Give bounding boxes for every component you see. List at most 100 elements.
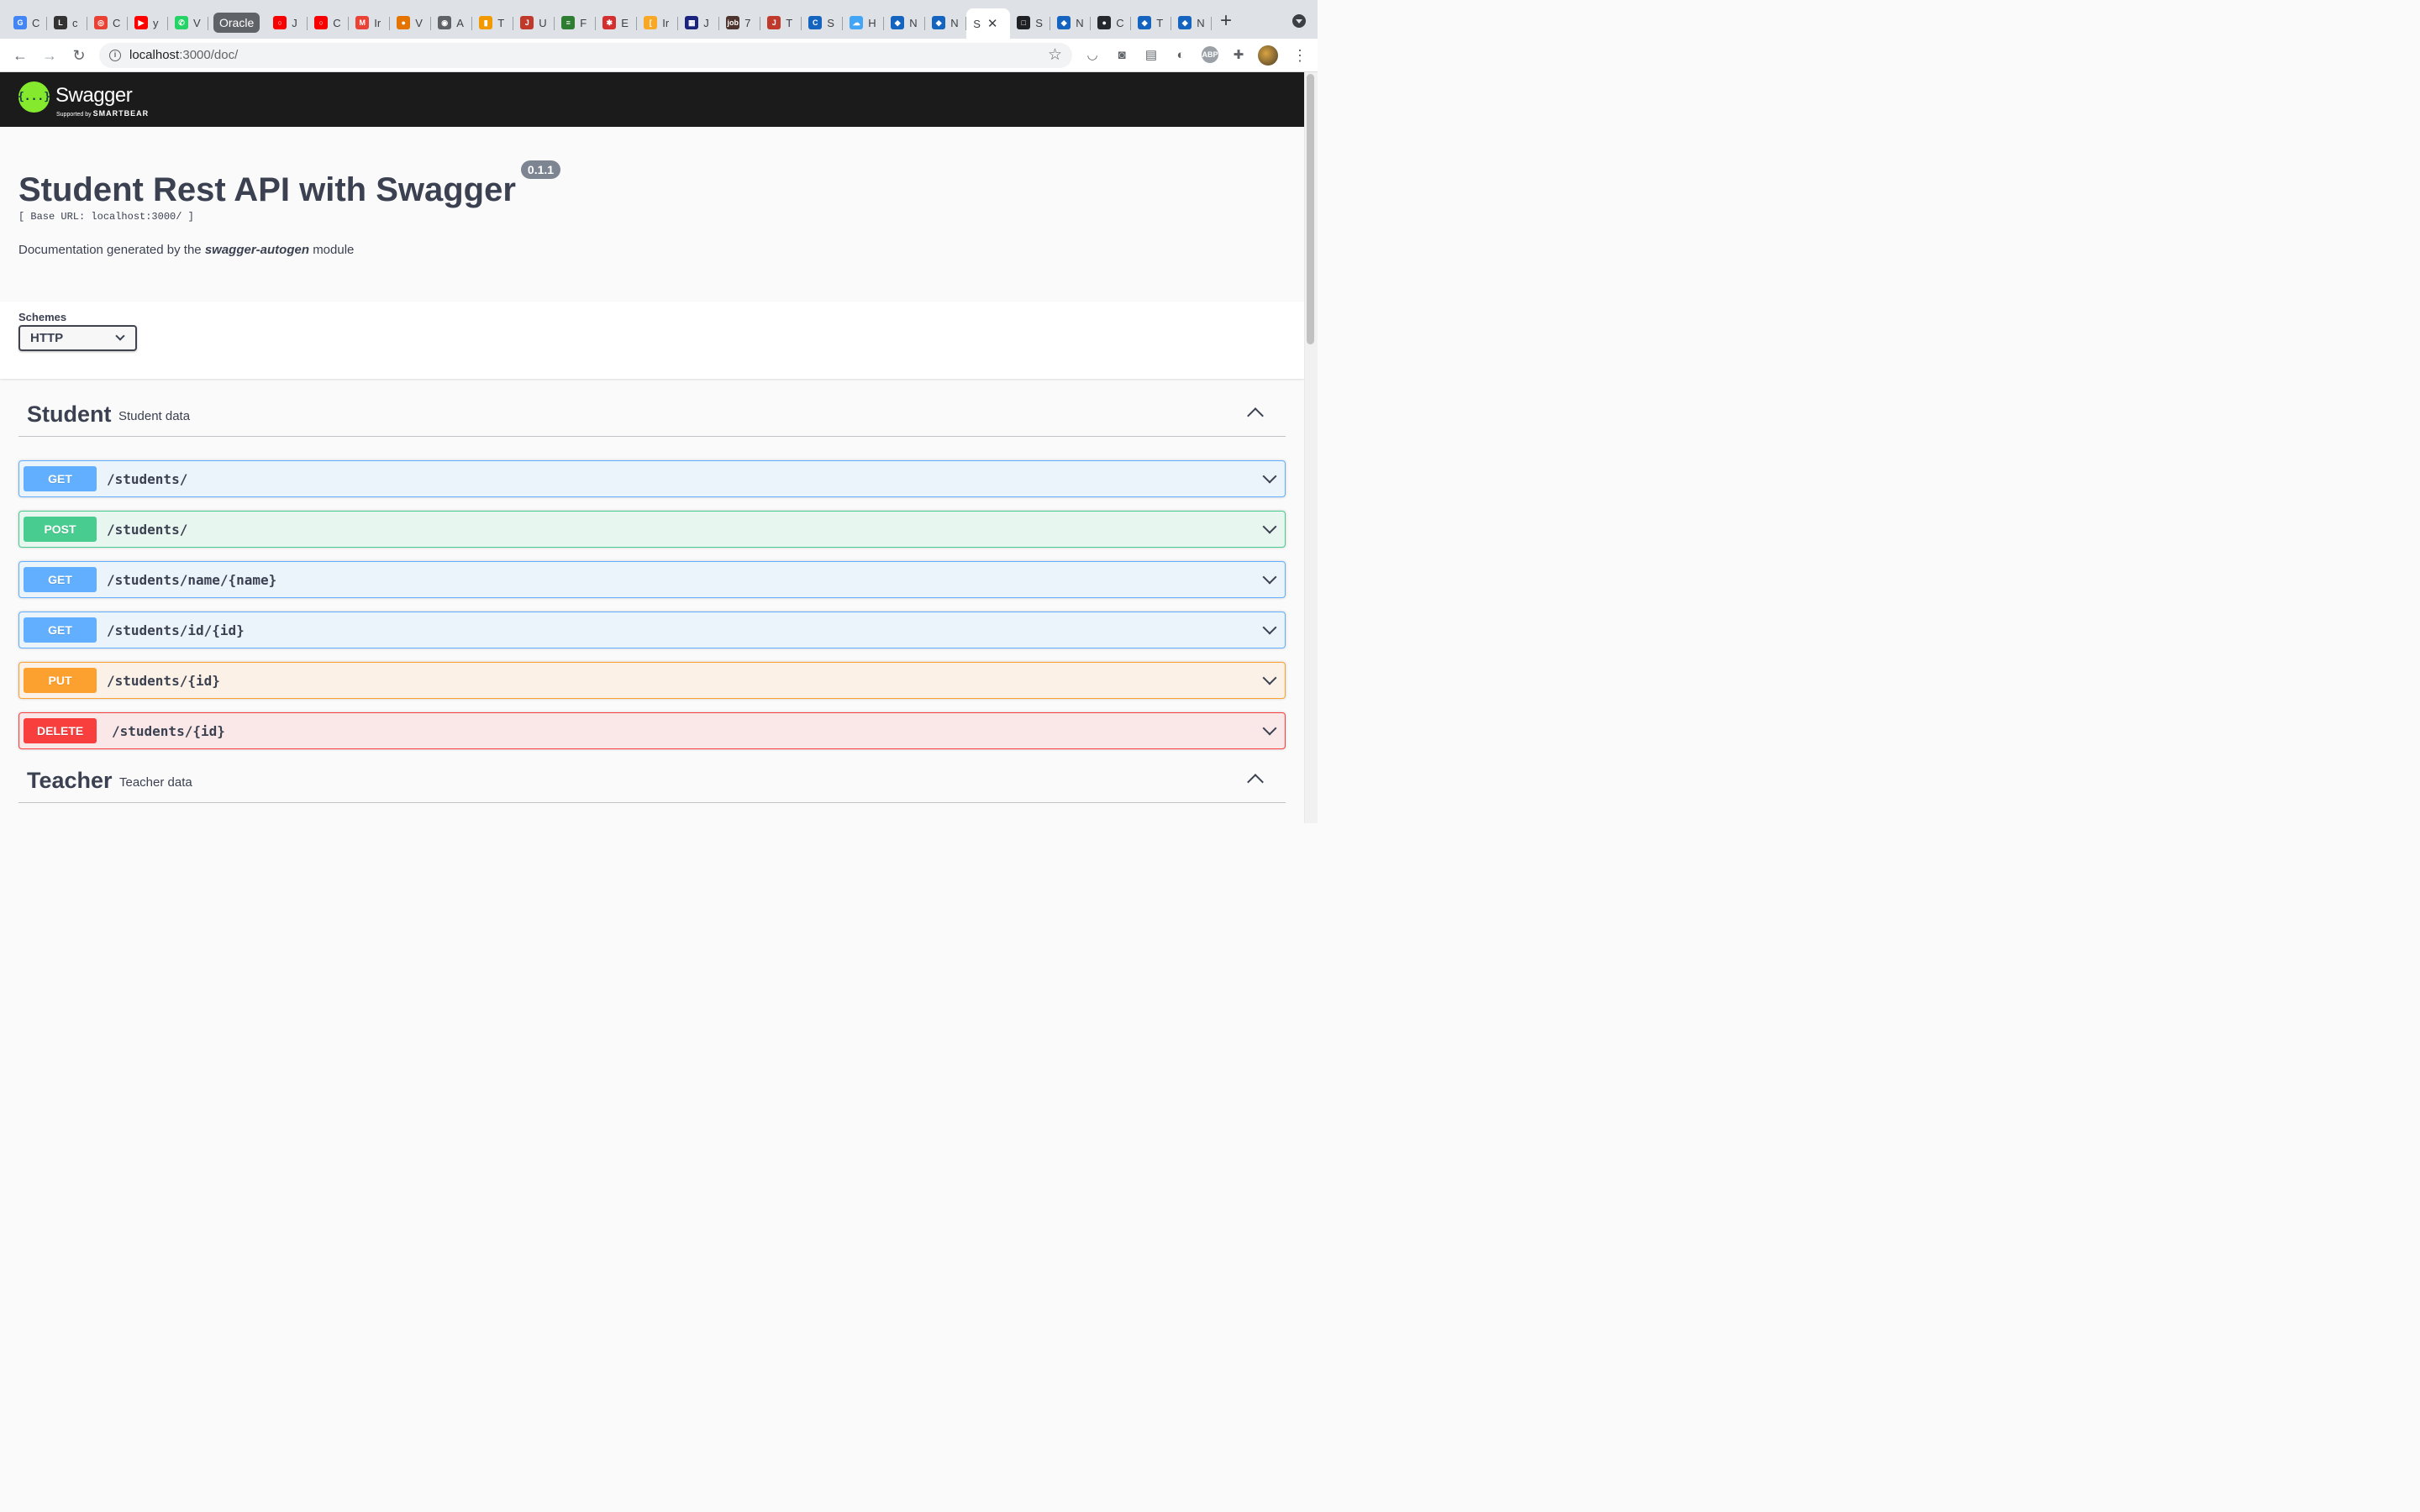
swagger-logo-icon[interactable]: {...} — [18, 81, 50, 113]
url-host: localhost — [129, 48, 180, 62]
browser-tab[interactable]: ◆ N — [884, 9, 926, 36]
browser-menu-icon[interactable]: ⋮ — [1292, 45, 1307, 66]
dark-mode-icon[interactable]: ◐ — [1172, 46, 1189, 63]
tab-title: H — [868, 16, 876, 29]
browser-tab[interactable]: ✱ E — [596, 9, 638, 36]
tab-title: V — [415, 16, 423, 29]
operation-put-4[interactable]: PUT/students/{id} — [18, 662, 1286, 699]
method-badge[interactable]: GET — [24, 567, 97, 592]
chevron-down-icon[interactable] — [1262, 519, 1277, 534]
scheme-selected-value: HTTP — [30, 331, 64, 345]
address-bar[interactable]: i localhost:3000/doc/ ☆ — [99, 43, 1072, 68]
operation-get-3[interactable]: GET/students/id/{id} — [18, 612, 1286, 648]
chevron-down-icon[interactable] — [1262, 620, 1277, 635]
browser-tab[interactable]: JU — [513, 9, 555, 36]
chevron-down-icon[interactable] — [1262, 469, 1277, 484]
browser-tab[interactable]: ◆ N — [1171, 9, 1213, 36]
calendar-extension-icon[interactable]: ▤ — [1143, 46, 1160, 63]
reload-icon[interactable]: ↻ — [67, 44, 91, 67]
url-text[interactable]: localhost:3000/doc/ — [129, 48, 238, 62]
site-info-icon[interactable]: i — [109, 50, 121, 61]
browser-tab[interactable]: ▮ T — [472, 9, 514, 36]
scrollbar-thumb[interactable] — [1307, 74, 1314, 344]
chevron-down-icon[interactable] — [1262, 721, 1277, 736]
extensions-puzzle-icon[interactable]: ✚ — [1230, 46, 1247, 63]
operation-path[interactable]: /students/{id} — [112, 723, 225, 739]
operation-path[interactable]: /students/{id} — [107, 673, 220, 689]
browser-tab[interactable]: ✆ V — [168, 9, 208, 36]
method-badge[interactable]: POST — [24, 517, 97, 542]
browser-tab[interactable]: ○ C — [308, 9, 350, 36]
browser-tab[interactable]: ▶ y — [128, 9, 168, 36]
profile-avatar[interactable] — [1258, 45, 1278, 66]
browser-tab[interactable]: ◆ N — [1050, 9, 1092, 36]
operation-path[interactable]: /students/ — [107, 471, 187, 487]
bookmark-star-icon[interactable]: ☆ — [1048, 45, 1062, 65]
circle-app-icon: ◎ — [94, 16, 108, 29]
contacts-icon: ● — [397, 16, 411, 29]
method-badge[interactable]: DELETE — [24, 718, 97, 743]
operation-path[interactable]: /students/name/{name} — [107, 572, 276, 588]
tab-title: C — [1116, 16, 1124, 29]
bookmark-icon: ▮ — [479, 16, 493, 29]
method-badge[interactable]: GET — [24, 466, 97, 491]
tab-title: J — [703, 16, 709, 29]
browser-tab[interactable]: job 7 — [719, 9, 761, 36]
tab-search-icon[interactable] — [1292, 14, 1306, 28]
tag-student[interactable]: Student Student data — [18, 378, 1286, 437]
close-icon[interactable]: ✕ — [987, 16, 998, 31]
browser-tab[interactable]: M Ir — [349, 9, 391, 36]
method-badge[interactable]: PUT — [24, 668, 97, 693]
tag-name: Teacher — [27, 768, 113, 793]
schemes-select[interactable]: HTTP — [18, 325, 137, 351]
description-prefix: Documentation generated by the — [18, 243, 202, 257]
browser-tab[interactable]: Lc — [47, 9, 87, 36]
browser-tab[interactable]: ≡ F — [555, 9, 597, 36]
browser-tab[interactable]: GC — [7, 9, 47, 36]
tag-header-student[interactable]: Student Student data — [18, 378, 1286, 437]
operation-post-1[interactable]: POST/students/ — [18, 511, 1286, 548]
tab-title: J — [292, 16, 297, 29]
tab-title: N — [950, 16, 959, 29]
pocket-icon[interactable]: ◡ — [1084, 46, 1101, 63]
chevron-down-icon[interactable] — [1262, 670, 1277, 685]
tab-group-chip[interactable]: Oracle — [213, 13, 260, 33]
swagger-logo-text[interactable]: Swagger — [55, 84, 133, 108]
chevron-up-icon[interactable] — [1247, 774, 1264, 790]
browser-tab[interactable]: [Ir — [637, 9, 679, 36]
browser-tab[interactable]: ☁ H — [843, 9, 885, 36]
forward-icon[interactable]: → — [38, 44, 61, 67]
job-icon: job — [726, 16, 740, 29]
operation-path[interactable]: /students/id/{id} — [107, 622, 245, 638]
browser-tab[interactable]: ● V — [390, 9, 432, 36]
browser-tab[interactable]: CS — [802, 9, 844, 36]
browser-tab-active[interactable]: S ✕ — [966, 8, 1011, 39]
cube-icon: ◆ — [891, 16, 905, 29]
browser-tab[interactable]: ○ J — [266, 9, 308, 36]
browser-tab[interactable]: □ S — [1010, 9, 1051, 36]
tab-title: F — [580, 16, 587, 29]
operation-path[interactable]: /students/ — [107, 522, 187, 538]
browser-tab[interactable]: ◆ T — [1131, 9, 1172, 36]
google-translate-icon: G — [13, 16, 27, 29]
operation-get-0[interactable]: GET/students/ — [18, 460, 1286, 497]
browser-tab[interactable]: ◎ C — [87, 9, 128, 36]
java-icon: J — [767, 16, 781, 29]
new-tab-button[interactable]: + — [1215, 10, 1237, 32]
chevron-down-icon[interactable] — [1262, 570, 1277, 585]
globe-icon: ◉ — [438, 16, 452, 29]
document-icon: ≡ — [561, 16, 576, 29]
chevron-up-icon[interactable] — [1247, 407, 1264, 424]
browser-tab[interactable]: ◆ N — [925, 9, 967, 36]
browser-tab[interactable]: JT — [760, 9, 802, 36]
browser-tab[interactable]: ▦ J — [678, 9, 720, 36]
tag-teacher[interactable]: Teacher Teacher data — [18, 744, 1286, 803]
browser-tab[interactable]: ◉ A — [431, 9, 473, 36]
adblock-plus-icon[interactable]: ABP — [1202, 46, 1218, 63]
browser-tab[interactable]: ● C — [1091, 9, 1132, 36]
operation-get-2[interactable]: GET/students/name/{name} — [18, 561, 1286, 598]
tag-header-teacher[interactable]: Teacher Teacher data — [18, 744, 1286, 803]
back-icon[interactable]: ← — [8, 44, 32, 67]
method-badge[interactable]: GET — [24, 617, 97, 643]
screenshot-camera-icon[interactable]: ◙ — [1113, 46, 1130, 63]
